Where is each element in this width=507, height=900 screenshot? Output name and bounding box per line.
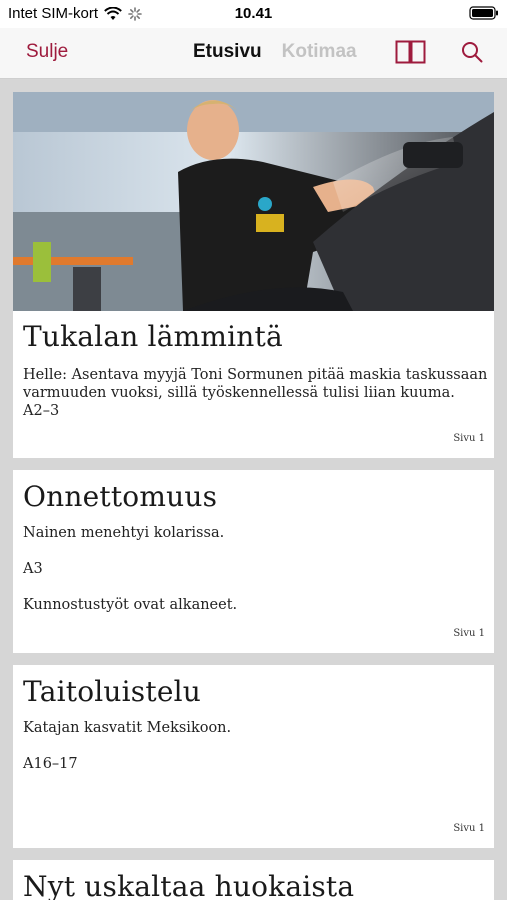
article-page-ref: A3 — [23, 561, 43, 577]
page-number: Sivu 1 — [453, 823, 485, 834]
tab-etusivu[interactable]: Etusivu — [193, 41, 262, 62]
battery-icon — [469, 6, 499, 24]
article-title: Onnettomuus — [23, 480, 218, 513]
search-icon[interactable] — [461, 41, 483, 63]
article-page-ref: A16–17 — [23, 756, 78, 772]
close-button[interactable]: Sulje — [26, 41, 68, 63]
article-summary: Nainen menehtyi kolarissa. — [23, 525, 225, 541]
article-summary: Helle: Asentava myyjä Toni Sormunen pitä… — [23, 367, 488, 401]
article-photo — [13, 92, 494, 311]
article-card[interactable]: Tukalan lämmintä Helle: Asentava myyjä T… — [13, 92, 494, 458]
article-title: Taitoluistelu — [23, 675, 201, 708]
tab-kotimaa[interactable]: Kotimaa — [282, 41, 357, 62]
article-card[interactable]: Taitoluistelu Katajan kasvatit Meksikoon… — [13, 665, 494, 848]
article-summary: Katajan kasvatit Meksikoon. — [23, 720, 232, 736]
article-list: Tukalan lämmintä Helle: Asentava myyjä T… — [0, 79, 507, 900]
status-bar: Intet SIM-kort 10.41 — [0, 0, 507, 28]
article-summary: Kunnostustyöt ovat alkaneet. — [23, 597, 238, 613]
page-number: Sivu 1 — [453, 628, 485, 639]
article-card[interactable]: Onnettomuus Nainen menehtyi kolarissa. A… — [13, 470, 494, 653]
pages-icon[interactable] — [395, 40, 426, 64]
nav-bar: Sulje Etusivu Kotimaa — [0, 28, 507, 79]
article-title: Nyt uskaltaa huokaista — [23, 870, 355, 900]
article-page-ref: A2–3 — [23, 403, 60, 419]
section-tabs: Etusivu Kotimaa — [193, 41, 368, 63]
page-number: Sivu 1 — [453, 433, 485, 444]
article-card[interactable]: Nyt uskaltaa huokaista — [13, 860, 494, 900]
clock: 10.41 — [234, 5, 273, 22]
article-title: Tukalan lämmintä — [23, 320, 283, 353]
